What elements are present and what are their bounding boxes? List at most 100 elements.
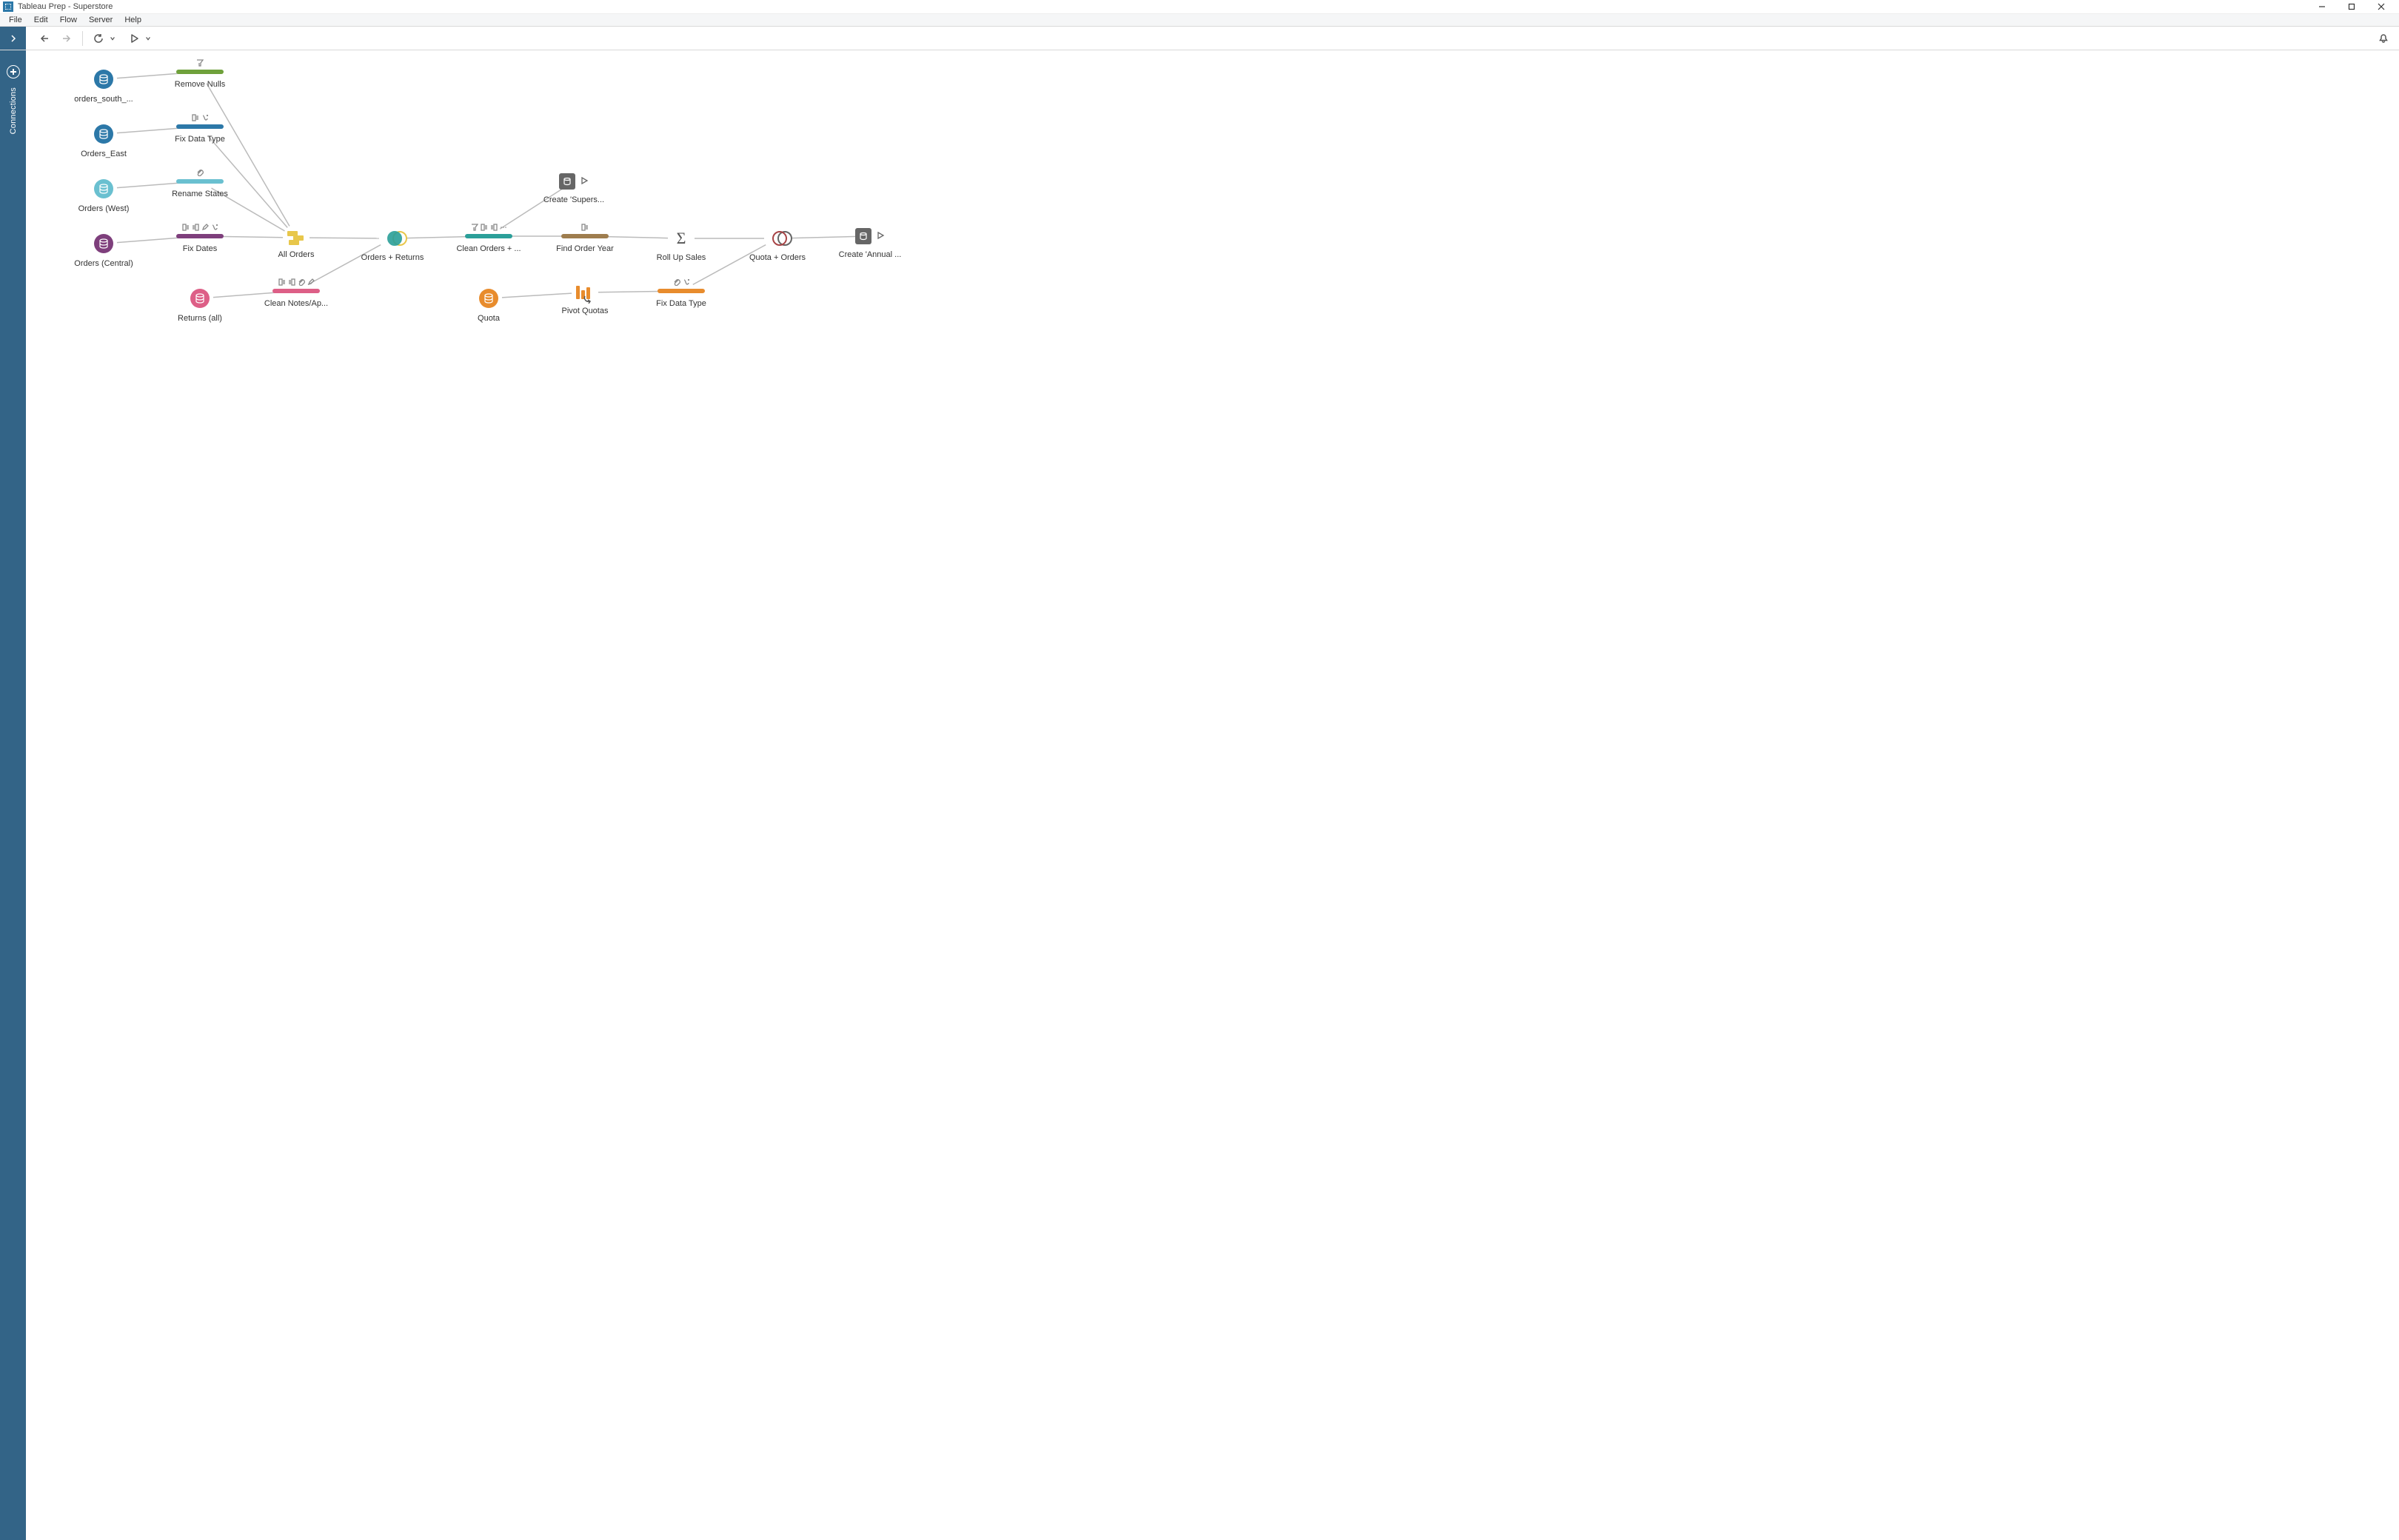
step-annotations <box>155 169 244 178</box>
clean-step-bar <box>176 124 224 129</box>
flow-node-pv_quotas[interactable]: Pivot Quotas <box>541 278 629 315</box>
datasource-icon <box>94 124 113 144</box>
clip-icon <box>673 278 680 288</box>
flow-node-cl_fixdata2[interactable]: Fix Data Type <box>637 278 726 308</box>
datasource-icon <box>479 289 498 308</box>
flow-node-label: Roll Up Sales <box>637 253 726 262</box>
more-icon <box>500 223 507 233</box>
aggregate-icon: Σ <box>672 230 691 247</box>
calc-icon <box>201 113 209 124</box>
flow-node-un_allorders[interactable]: All Orders <box>252 224 341 259</box>
step-annotations <box>155 224 244 232</box>
reorder2-icon <box>288 278 295 288</box>
flow-node-src_west[interactable]: Orders (West) <box>59 169 148 213</box>
union-icon <box>287 231 305 244</box>
reorder2-icon <box>192 223 199 233</box>
sidebar-connections-label: Connections <box>9 87 18 134</box>
flow-node-label: All Orders <box>252 250 341 259</box>
flow-node-jn_quotaorders[interactable]: Quota + Orders <box>733 224 822 262</box>
app-icon <box>3 1 13 12</box>
flow-node-label: Returns (all) <box>155 314 244 323</box>
sidebar-expand-button[interactable] <box>0 27 26 50</box>
datasource-icon <box>94 179 113 198</box>
pencil-icon <box>201 223 209 233</box>
flow-node-src_east[interactable]: Orders_East <box>59 114 148 158</box>
flow-node-label: Find Order Year <box>541 244 629 253</box>
clean-step-bar <box>176 179 224 184</box>
flow-node-label: Orders + Returns <box>348 253 437 262</box>
run-flow-dropdown[interactable] <box>144 29 153 48</box>
flow-node-cl_cleanorders[interactable]: Clean Orders + ... <box>444 224 533 253</box>
refresh-button[interactable] <box>89 29 108 48</box>
flow-node-src_quota[interactable]: Quota <box>444 278 533 323</box>
menubar: File Edit Flow Server Help <box>0 14 2399 27</box>
flow-node-label: Fix Data Type <box>155 135 244 144</box>
flow-node-cl_cleannotes[interactable]: Clean Notes/Ap... <box>252 278 341 308</box>
flow-node-label: Remove Nulls <box>155 80 244 89</box>
filter-icon <box>196 58 204 69</box>
flow-node-src_south[interactable]: orders_south_... <box>59 59 148 104</box>
output-icon <box>529 173 618 190</box>
step-annotations <box>155 59 244 68</box>
alerts-button[interactable] <box>2374 29 2393 48</box>
window-maximize-button[interactable] <box>2337 0 2366 13</box>
reorder-icon <box>581 223 589 233</box>
step-annotations <box>637 278 726 287</box>
flow-node-label: Create 'Supers... <box>529 195 618 204</box>
titlebar: Tableau Prep - Superstore <box>0 0 2399 14</box>
flow-node-cl_fixdates[interactable]: Fix Dates <box>155 224 244 253</box>
reorder-icon <box>278 278 286 288</box>
run-flow-button[interactable] <box>124 29 144 48</box>
pivot-icon <box>575 284 595 301</box>
menu-server[interactable]: Server <box>83 16 118 24</box>
clean-step-bar <box>272 289 320 293</box>
clean-step-bar <box>465 234 512 238</box>
nav-back-button[interactable] <box>35 29 54 48</box>
run-output-icon[interactable] <box>876 231 885 242</box>
menu-help[interactable]: Help <box>118 16 147 24</box>
menu-edit[interactable]: Edit <box>28 16 54 24</box>
flow-node-src_returns[interactable]: Returns (all) <box>155 278 244 323</box>
clip-icon <box>196 168 204 178</box>
flow-canvas[interactable]: orders_south_... Orders_East Orders (Wes… <box>26 50 2399 1540</box>
window-title: Tableau Prep - Superstore <box>18 2 113 11</box>
flow-node-out_annual[interactable]: Create 'Annual ... <box>826 224 914 259</box>
window-close-button[interactable] <box>2366 0 2396 13</box>
datasource-icon <box>190 289 210 308</box>
join-icon <box>766 230 789 247</box>
flow-node-label: Clean Orders + ... <box>444 244 533 253</box>
flow-node-cl_fixdatatype[interactable]: Fix Data Type <box>155 114 244 144</box>
clean-step-bar <box>561 234 609 238</box>
flow-node-out_supers[interactable]: Create 'Supers... <box>529 169 618 204</box>
filter-icon <box>471 223 478 233</box>
datasource-icon <box>94 234 113 253</box>
refresh-dropdown[interactable] <box>108 29 117 48</box>
reorder-icon <box>481 223 488 233</box>
flow-node-label: Pivot Quotas <box>541 307 629 315</box>
flow-node-label: Quota + Orders <box>733 253 822 262</box>
flow-node-label: Fix Dates <box>155 244 244 253</box>
window-minimize-button[interactable] <box>2307 0 2337 13</box>
nav-forward-button[interactable] <box>57 29 76 48</box>
flow-node-ag_rollup[interactable]: Σ Roll Up Sales <box>637 224 726 262</box>
flow-node-jn_ordersreturns[interactable]: Orders + Returns <box>348 224 437 262</box>
datasource-icon <box>94 70 113 89</box>
clip-icon <box>298 278 305 288</box>
toolbar <box>0 27 2399 50</box>
flow-node-label: Rename States <box>155 190 244 198</box>
step-annotations <box>444 224 533 232</box>
flow-node-label: Create 'Annual ... <box>826 250 914 259</box>
flow-node-src_central[interactable]: Orders (Central) <box>59 224 148 268</box>
reorder2-icon <box>490 223 498 233</box>
flow-node-label: Quota <box>444 314 533 323</box>
add-connection-button[interactable] <box>7 65 20 78</box>
flow-node-cl_removenulls[interactable]: Remove Nulls <box>155 59 244 89</box>
flow-node-cl_renamestates[interactable]: Rename States <box>155 169 244 198</box>
flow-node-label: Clean Notes/Ap... <box>252 299 341 308</box>
flow-node-label: Orders (Central) <box>59 259 148 268</box>
run-output-icon[interactable] <box>580 176 589 187</box>
step-annotations <box>155 114 244 123</box>
menu-flow[interactable]: Flow <box>54 16 83 24</box>
menu-file[interactable]: File <box>3 16 28 24</box>
flow-node-cl_findorder[interactable]: Find Order Year <box>541 224 629 253</box>
